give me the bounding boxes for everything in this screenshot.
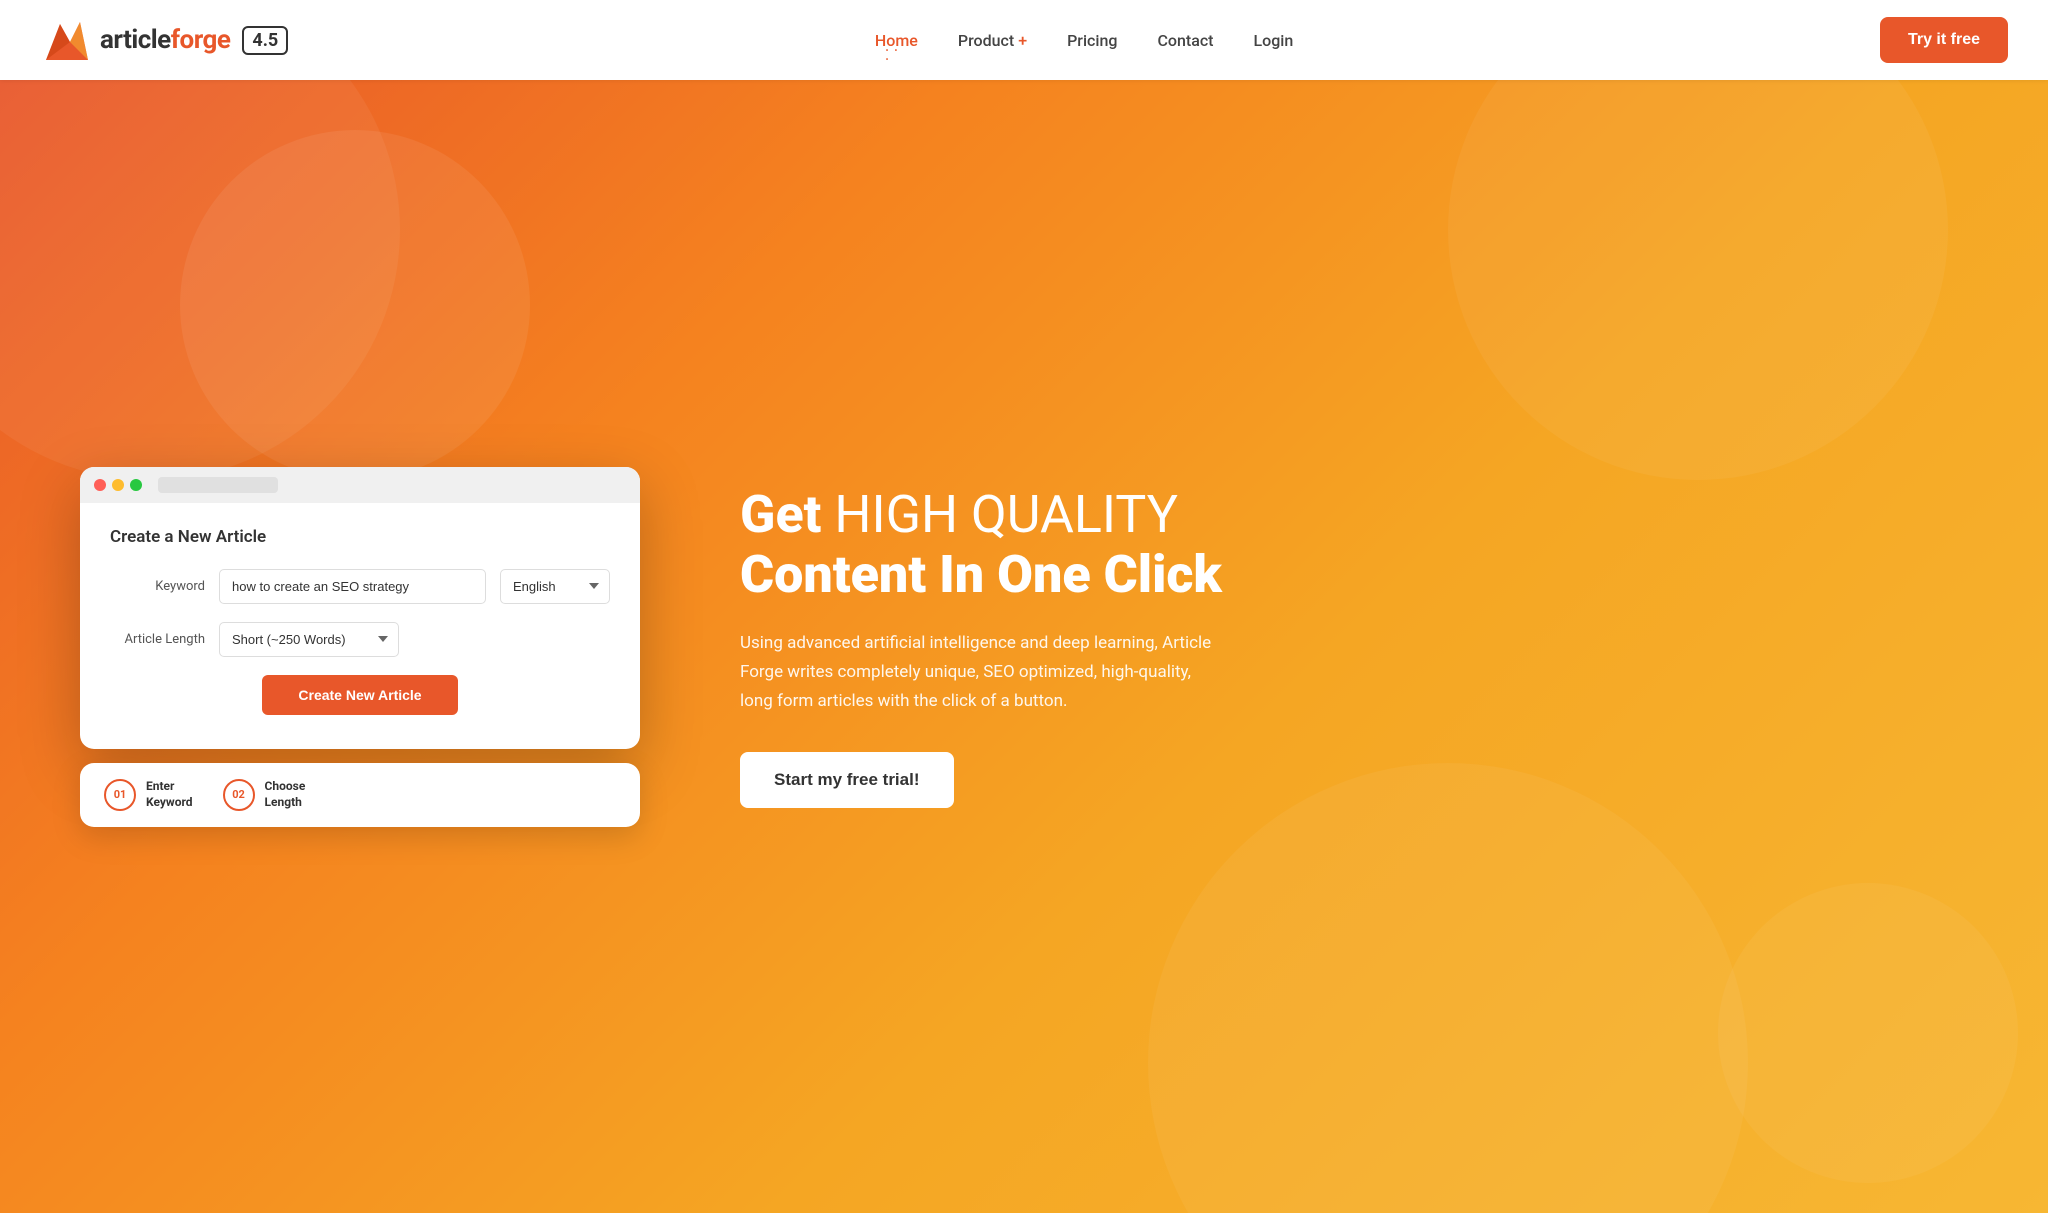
nav-item-contact[interactable]: Contact bbox=[1157, 31, 1213, 50]
form-title: Create a New Article bbox=[110, 527, 610, 547]
logo-text: articleforge bbox=[100, 25, 230, 55]
article-length-label: Article Length bbox=[110, 632, 205, 647]
nav-menu: Home Product + Pricing Contact Login bbox=[875, 31, 1293, 50]
step-2-label: ChooseLength bbox=[265, 779, 306, 810]
hero-left-panel: Create a New Article Keyword English Spa… bbox=[80, 467, 640, 827]
hero-heading-normal: HIGH QUALITY bbox=[834, 484, 1178, 545]
article-length-row: Article Length Short (~250 Words) Medium… bbox=[110, 622, 610, 657]
bg-decoration-2 bbox=[1448, 80, 1948, 480]
step-1-label: EnterKeyword bbox=[146, 779, 193, 810]
keyword-input[interactable] bbox=[219, 569, 486, 604]
keyword-label: Keyword bbox=[110, 579, 205, 594]
nav-item-pricing[interactable]: Pricing bbox=[1067, 31, 1117, 50]
browser-titlebar bbox=[80, 467, 640, 503]
browser-url-bar bbox=[158, 477, 278, 493]
logo-version: 4.5 bbox=[242, 26, 288, 55]
hero-section: Create a New Article Keyword English Spa… bbox=[0, 80, 2048, 1213]
hero-heading: Get HIGH QUALITY Content In One Click bbox=[740, 485, 1968, 605]
step-2-number: 02 bbox=[223, 779, 255, 811]
article-length-select[interactable]: Short (~250 Words) Medium (~500 Words) L… bbox=[219, 622, 399, 657]
bg-decoration-1 bbox=[180, 130, 530, 480]
keyword-row: Keyword English Spanish French German bbox=[110, 569, 610, 604]
bg-decoration-3 bbox=[1718, 883, 2018, 1183]
hero-heading-bold: Content In One Click bbox=[740, 544, 1222, 605]
traffic-light-red bbox=[94, 479, 106, 491]
traffic-light-green bbox=[130, 479, 142, 491]
step-2: 02 ChooseLength bbox=[223, 779, 306, 811]
step-1-number: 01 bbox=[104, 779, 136, 811]
hero-right-panel: Get HIGH QUALITY Content In One Click Us… bbox=[640, 485, 1968, 807]
steps-bar: 01 EnterKeyword 02 ChooseLength bbox=[80, 763, 640, 827]
article-form-panel: Create a New Article Keyword English Spa… bbox=[80, 503, 640, 749]
traffic-light-yellow bbox=[112, 479, 124, 491]
browser-mockup: Create a New Article Keyword English Spa… bbox=[80, 467, 640, 749]
step-1: 01 EnterKeyword bbox=[104, 779, 193, 811]
hero-subtext: Using advanced artificial intelligence a… bbox=[740, 629, 1220, 716]
logo-icon bbox=[40, 14, 92, 66]
form-actions: Create New Article bbox=[110, 675, 610, 715]
logo: articleforge 4.5 bbox=[40, 14, 288, 66]
navbar: articleforge 4.5 Home Product + Pricing … bbox=[0, 0, 2048, 80]
nav-item-home[interactable]: Home bbox=[875, 31, 918, 50]
language-select[interactable]: English Spanish French German bbox=[500, 569, 610, 604]
try-it-free-button[interactable]: Try it free bbox=[1880, 17, 2008, 63]
nav-item-product[interactable]: Product + bbox=[958, 31, 1027, 50]
start-free-trial-button[interactable]: Start my free trial! bbox=[740, 752, 954, 808]
create-article-button[interactable]: Create New Article bbox=[262, 675, 457, 715]
nav-item-login[interactable]: Login bbox=[1254, 31, 1294, 50]
